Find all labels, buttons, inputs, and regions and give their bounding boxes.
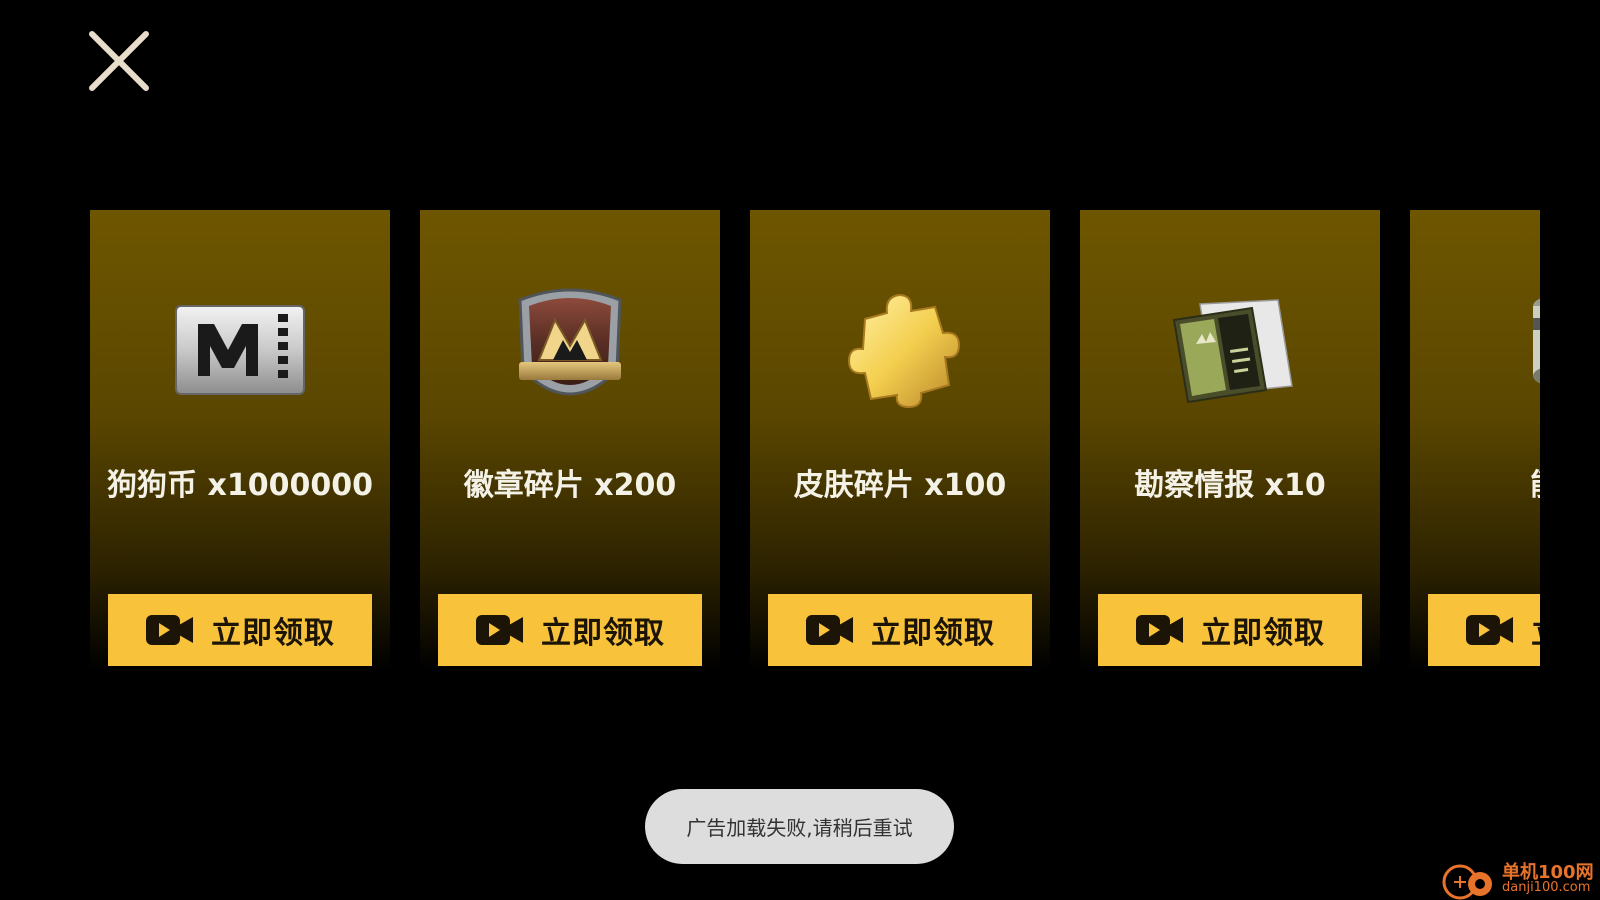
intel-document-icon [1080, 280, 1380, 420]
claim-now-label: 立即领取 [871, 616, 995, 651]
video-camera-icon [1136, 615, 1183, 645]
toast-message: 广告加载失败,请稍后重试 [645, 789, 954, 864]
reward-title: 徽章碎片 x200 [463, 468, 677, 503]
close-button[interactable] [88, 30, 150, 92]
puzzle-piece-icon [750, 280, 1050, 420]
reward-card-energy: 能源 立即领取 [1410, 210, 1540, 670]
energy-icon [1410, 280, 1540, 420]
close-icon [89, 31, 149, 91]
reward-card-intel-reports: 勘察情报 x10 立即领取 [1080, 210, 1380, 670]
claim-now-button[interactable]: 立即领取 [108, 594, 372, 666]
claim-now-label: 立即领取 [541, 616, 665, 651]
reward-title: 勘察情报 x10 [1134, 468, 1326, 503]
claim-now-label: 立即领取 [211, 616, 335, 651]
rewards-list: 狗狗币 x1000000 立即领取 徽章碎片 x200 立即领取 皮肤碎片 x1… [90, 210, 1540, 670]
reward-card-skin-fragments: 皮肤碎片 x100 立即领取 [750, 210, 1050, 670]
video-camera-icon [806, 615, 853, 645]
video-camera-icon [1466, 615, 1513, 645]
video-camera-icon [476, 615, 523, 645]
reward-title: 能源 [1410, 460, 1540, 504]
video-camera-icon [146, 615, 193, 645]
reward-card-dogecoin: 狗狗币 x1000000 立即领取 [90, 210, 390, 670]
reward-title: 狗狗币 x1000000 [107, 468, 373, 503]
reward-title: 皮肤碎片 x100 [793, 468, 1007, 503]
claim-now-label: 立即领取 [1531, 608, 1540, 652]
claim-now-button[interactable]: 立即领取 [1428, 594, 1540, 666]
site-watermark: 单机100网 danji100.com [1442, 856, 1594, 900]
m-coin-icon [90, 280, 390, 420]
claim-now-button[interactable]: 立即领取 [1098, 594, 1362, 666]
site-logo-icon [1442, 864, 1492, 900]
claim-now-button[interactable]: 立即领取 [768, 594, 1032, 666]
claim-now-label: 立即领取 [1201, 616, 1325, 651]
reward-card-badge-fragments: 徽章碎片 x200 立即领取 [420, 210, 720, 670]
badge-icon [420, 280, 720, 420]
ad-reward-screen: 狗狗币 x1000000 立即领取 徽章碎片 x200 立即领取 皮肤碎片 x1… [0, 0, 1600, 900]
watermark-domain: danji100.com [1502, 880, 1591, 895]
claim-now-button[interactable]: 立即领取 [438, 594, 702, 666]
